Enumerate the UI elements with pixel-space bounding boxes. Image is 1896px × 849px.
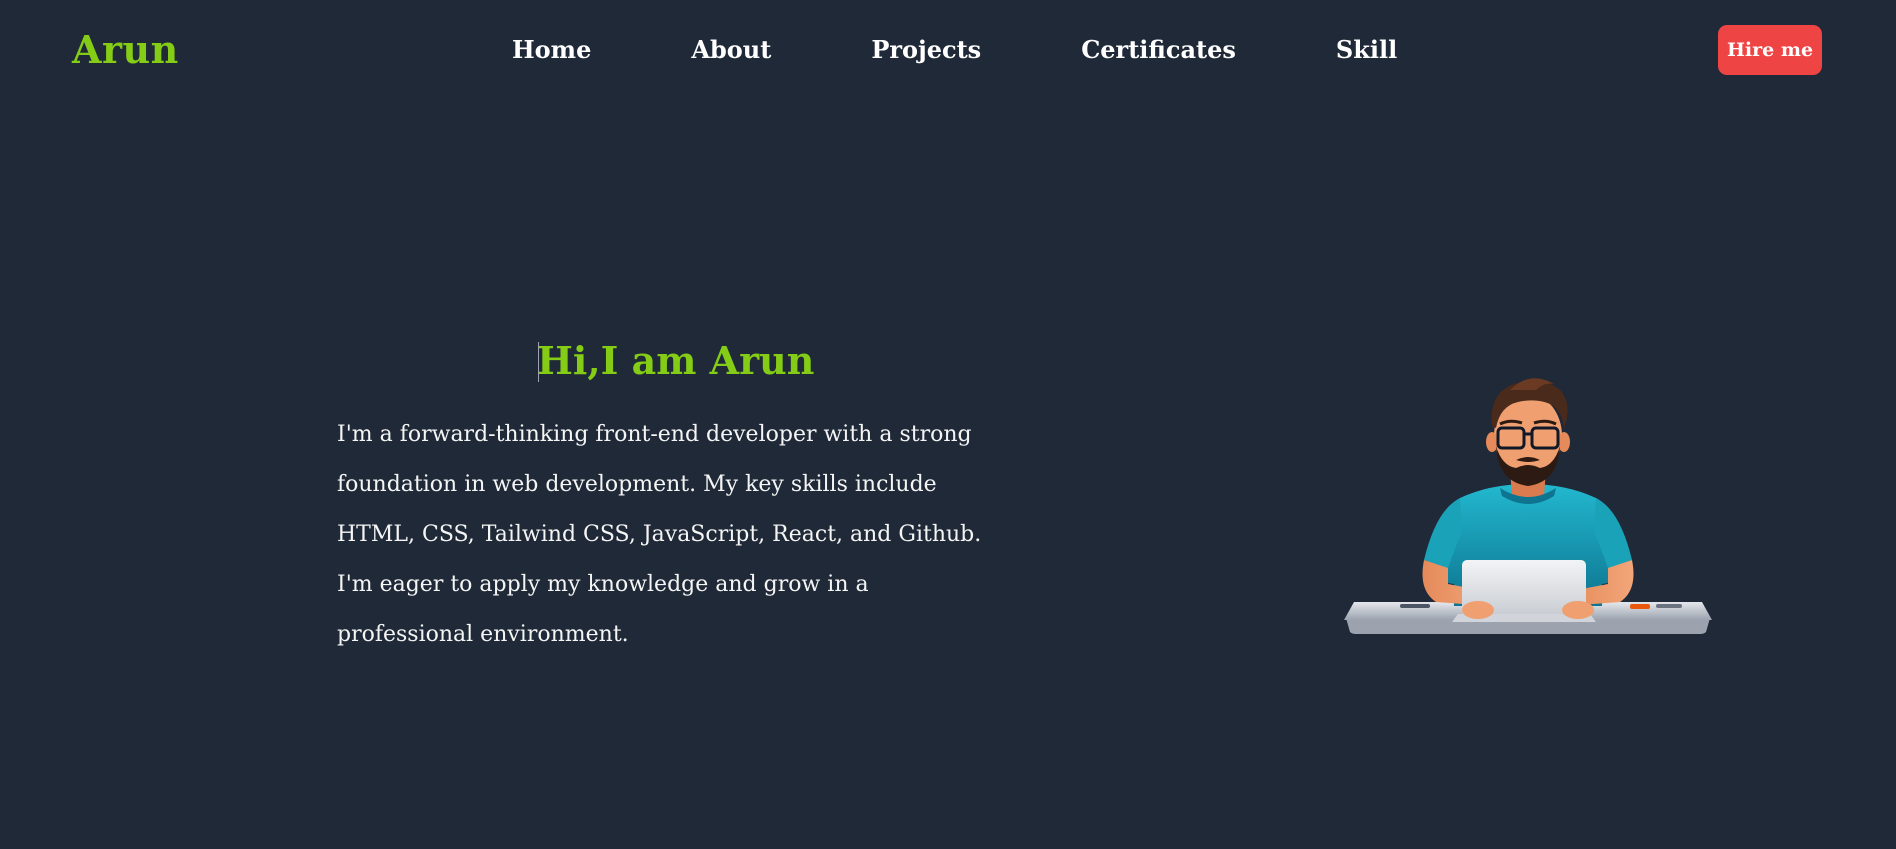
nav-link-certificates[interactable]: Certificates — [1081, 33, 1236, 67]
hero-description: I'm a forward-thinking front-end develop… — [337, 422, 982, 647]
hire-me-button[interactable]: Hire me — [1718, 25, 1822, 75]
nav-link-skill[interactable]: Skill — [1336, 33, 1397, 67]
nav-link-projects[interactable]: Projects — [871, 33, 981, 67]
nav-links: Home About Projects Certificates Skill — [512, 33, 1397, 67]
nav-link-home[interactable]: Home — [512, 33, 591, 67]
hero-title: Hi,I am Arun — [537, 338, 815, 383]
logo[interactable]: Arun — [72, 26, 179, 74]
nav-link-about[interactable]: About — [691, 33, 771, 67]
navbar: Arun Home About Projects Certificates Sk… — [0, 0, 1896, 100]
developer-illustration — [1344, 378, 1712, 634]
